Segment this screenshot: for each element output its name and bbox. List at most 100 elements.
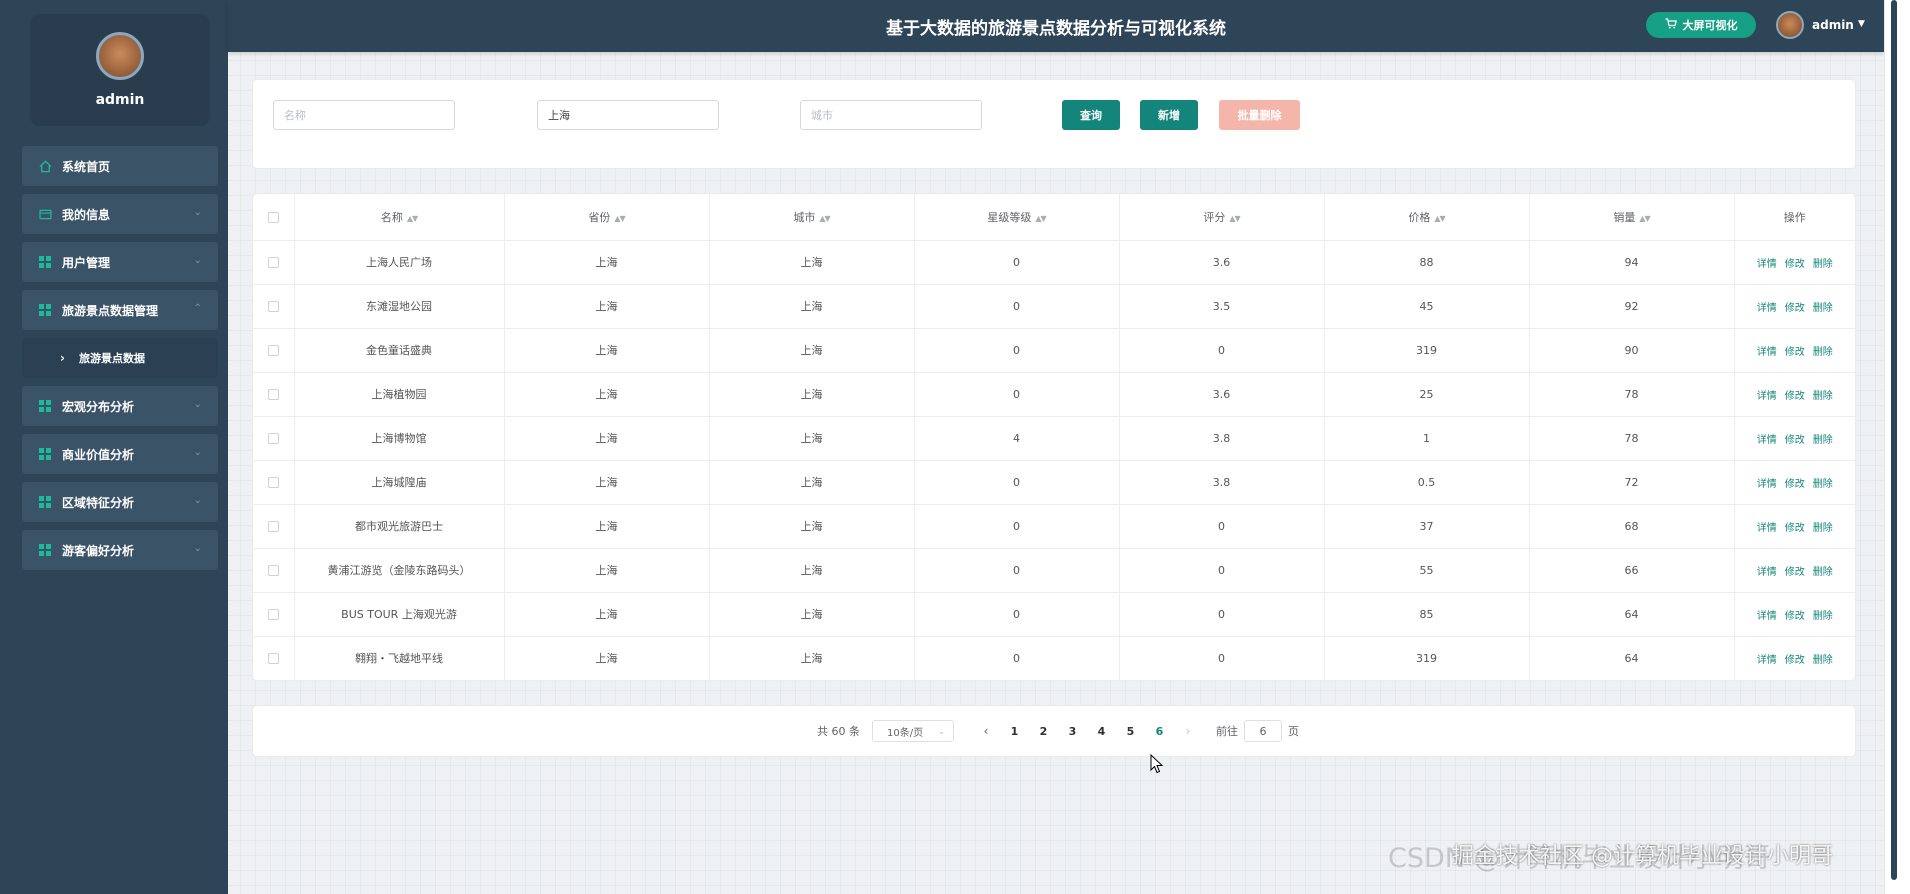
detail-link[interactable]: 详情 <box>1757 523 1777 534</box>
batch-delete-button[interactable]: 批量删除 <box>1219 100 1300 130</box>
page-1-button[interactable]: 1 <box>1000 725 1029 738</box>
column-header-star-level[interactable]: 星级等级 ▲▼ <box>914 194 1120 241</box>
name-search-input[interactable] <box>273 100 455 130</box>
edit-link[interactable]: 修改 <box>1785 567 1805 578</box>
page-6-button[interactable]: 6 <box>1145 725 1174 738</box>
sort-icon[interactable]: ▲▼ <box>614 214 625 223</box>
caret-down-icon[interactable]: ▼ <box>1858 19 1865 29</box>
detail-link[interactable]: 详情 <box>1757 655 1777 666</box>
sort-icon[interactable]: ▲▼ <box>1229 214 1240 223</box>
cell-rating: 0 <box>1119 592 1325 637</box>
sort-icon[interactable]: ▲▼ <box>407 214 418 223</box>
delete-link[interactable]: 删除 <box>1813 391 1833 402</box>
delete-link[interactable]: 删除 <box>1813 435 1833 446</box>
province-search-input[interactable] <box>537 100 719 130</box>
row-checkbox[interactable] <box>267 653 279 664</box>
page-5-button[interactable]: 5 <box>1116 725 1145 738</box>
chevron-down-icon: ⌄ <box>938 726 945 736</box>
column-header-city[interactable]: 城市 ▲▼ <box>709 194 915 241</box>
edit-link[interactable]: 修改 <box>1785 303 1805 314</box>
delete-link[interactable]: 删除 <box>1813 303 1833 314</box>
page-size-value: 10条/页 <box>887 727 924 739</box>
detail-link[interactable]: 详情 <box>1757 347 1777 358</box>
edit-link[interactable]: 修改 <box>1785 523 1805 534</box>
delete-link[interactable]: 删除 <box>1813 347 1833 358</box>
sort-icon[interactable]: ▲▼ <box>1035 214 1046 223</box>
detail-link[interactable]: 详情 <box>1757 567 1777 578</box>
page-3-button[interactable]: 3 <box>1058 725 1087 738</box>
row-checkbox[interactable] <box>267 345 279 356</box>
sidebar-item-user-management[interactable]: 用户管理 ⌄ <box>22 242 218 282</box>
cell-name: 黄浦江游览（金陵东路码头） <box>294 548 505 593</box>
edit-link[interactable]: 修改 <box>1785 611 1805 622</box>
row-checkbox[interactable] <box>267 433 279 444</box>
scrollbar-thumb[interactable] <box>1891 0 1897 880</box>
column-header-rating[interactable]: 评分 ▲▼ <box>1119 194 1325 241</box>
delete-link[interactable]: 删除 <box>1813 655 1833 666</box>
user-name[interactable]: admin <box>1812 18 1854 32</box>
detail-link[interactable]: 详情 <box>1757 303 1777 314</box>
cell-price: 319 <box>1324 328 1530 373</box>
sidebar-item-scenic-data-management[interactable]: 旅游景点数据管理 ⌃ <box>22 290 218 330</box>
edit-link[interactable]: 修改 <box>1785 655 1805 666</box>
query-button[interactable]: 查询 <box>1062 100 1120 130</box>
detail-link[interactable]: 详情 <box>1757 479 1777 490</box>
row-checkbox[interactable] <box>267 301 279 312</box>
select-all-checkbox[interactable] <box>267 211 279 223</box>
row-checkbox[interactable] <box>267 257 279 268</box>
edit-link[interactable]: 修改 <box>1785 479 1805 490</box>
edit-link[interactable]: 修改 <box>1785 259 1805 270</box>
edit-link[interactable]: 修改 <box>1785 435 1805 446</box>
avatar[interactable] <box>96 32 144 80</box>
sidebar-item-commercial-value[interactable]: 商业价值分析 ⌄ <box>22 434 218 474</box>
prev-page-button[interactable]: ‹ <box>972 724 1000 738</box>
page-size-select[interactable]: 10条/页 ⌄ <box>872 720 954 742</box>
page-4-button[interactable]: 4 <box>1087 725 1116 738</box>
delete-link[interactable]: 删除 <box>1813 259 1833 270</box>
city-search-input[interactable] <box>800 100 982 130</box>
column-header-province[interactable]: 省份 ▲▼ <box>504 194 710 241</box>
cell-city: 上海 <box>709 240 915 285</box>
delete-link[interactable]: 删除 <box>1813 611 1833 622</box>
row-select-cell <box>253 416 295 461</box>
pagination: 共 60 条 10条/页 ⌄ ‹ 1 2 3 4 5 6 › 前往 页 <box>817 720 1299 742</box>
sort-icon[interactable]: ▲▼ <box>1434 214 1445 223</box>
add-button[interactable]: 新增 <box>1140 100 1198 130</box>
sort-icon[interactable]: ▲▼ <box>819 214 830 223</box>
row-checkbox[interactable] <box>267 477 279 488</box>
page-jump-input[interactable] <box>1244 720 1282 742</box>
sidebar-item-visitor-preference[interactable]: 游客偏好分析 ⌄ <box>22 530 218 570</box>
next-page-button[interactable]: › <box>1174 724 1202 738</box>
sidebar-subitem-scenic-data[interactable]: › 旅游景点数据 <box>22 338 218 378</box>
column-header-name[interactable]: 名称 ▲▼ <box>294 194 505 241</box>
row-checkbox[interactable] <box>267 609 279 620</box>
detail-link[interactable]: 详情 <box>1757 435 1777 446</box>
page-2-button[interactable]: 2 <box>1029 725 1058 738</box>
row-checkbox[interactable] <box>267 521 279 532</box>
column-header-sales[interactable]: 销量 ▲▼ <box>1529 194 1735 241</box>
sort-icon[interactable]: ▲▼ <box>1639 214 1650 223</box>
delete-link[interactable]: 删除 <box>1813 479 1833 490</box>
edit-link[interactable]: 修改 <box>1785 347 1805 358</box>
user-avatar[interactable] <box>1776 11 1804 39</box>
sidebar-item-macro-distribution[interactable]: 宏观分布分析 ⌄ <box>22 386 218 426</box>
detail-link[interactable]: 详情 <box>1757 611 1777 622</box>
profile-card: admin <box>30 14 210 126</box>
detail-link[interactable]: 详情 <box>1757 259 1777 270</box>
row-checkbox[interactable] <box>267 389 279 400</box>
cell-name: 东滩湿地公园 <box>294 284 505 329</box>
bigscreen-button[interactable]: 大屏可视化 <box>1646 12 1756 38</box>
edit-link[interactable]: 修改 <box>1785 391 1805 402</box>
delete-link[interactable]: 删除 <box>1813 523 1833 534</box>
scrollbar-track[interactable] <box>1884 0 1910 894</box>
column-header-price[interactable]: 价格 ▲▼ <box>1324 194 1530 241</box>
detail-link[interactable]: 详情 <box>1757 391 1777 402</box>
pagination-panel: 共 60 条 10条/页 ⌄ ‹ 1 2 3 4 5 6 › 前往 页 <box>253 706 1855 756</box>
sidebar-item-home[interactable]: 系统首页 <box>22 146 218 186</box>
sidebar-item-my-info[interactable]: 我的信息 ⌄ <box>22 194 218 234</box>
row-checkbox[interactable] <box>267 565 279 576</box>
sidebar-item-label: 商业价值分析 <box>62 447 135 462</box>
cell-name: 上海人民广场 <box>294 240 505 285</box>
delete-link[interactable]: 删除 <box>1813 567 1833 578</box>
sidebar-item-regional-features[interactable]: 区域特征分析 ⌄ <box>22 482 218 522</box>
